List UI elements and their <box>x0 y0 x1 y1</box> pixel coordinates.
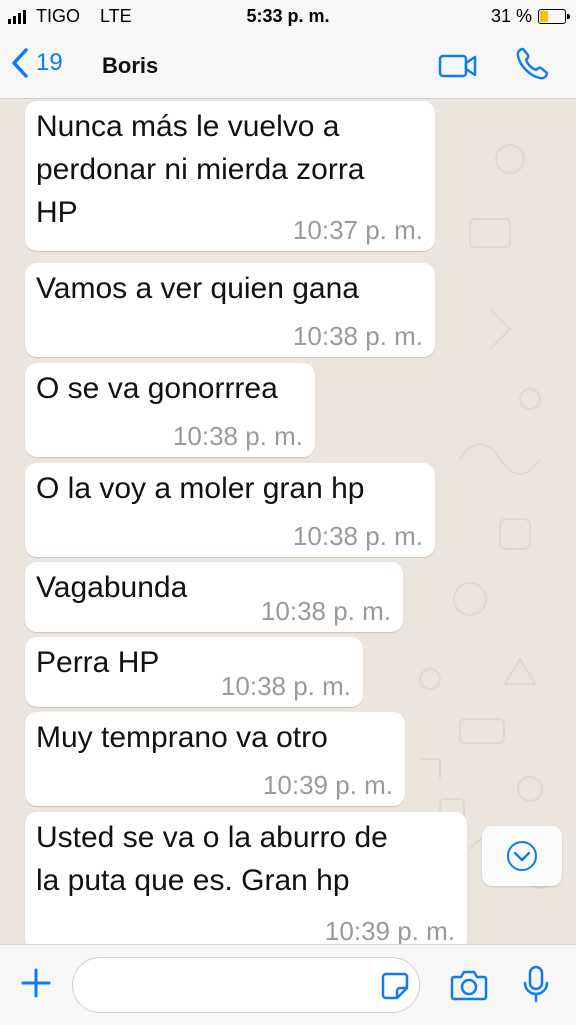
message-bubble[interactable]: O la voy a moler gran hp 10:38 p. m. <box>25 463 435 557</box>
message-time: 10:38 p. m. <box>220 671 351 701</box>
back-button[interactable]: 19 <box>10 47 63 79</box>
plus-icon <box>21 968 51 998</box>
message-input[interactable] <box>72 957 420 1013</box>
message-bubble[interactable]: Muy temprano va otro 10:39 p. m. <box>25 712 405 806</box>
sticker-icon <box>381 972 409 1000</box>
message-text: Vamos a ver quien gana <box>36 272 359 305</box>
message-text: Vagabunda <box>36 571 188 604</box>
message-time: 10:39 p. m. <box>262 770 393 800</box>
status-time: 5:33 p. m. <box>246 6 330 26</box>
unread-count: 19 <box>36 49 63 76</box>
camera-button[interactable] <box>450 969 488 1006</box>
message-time: 10:38 p. m. <box>260 596 391 626</box>
contact-name[interactable]: Boris <box>102 53 158 79</box>
battery-icon <box>538 9 570 24</box>
phone-icon <box>516 47 549 80</box>
attach-button[interactable] <box>20 967 52 1004</box>
message-bubble[interactable]: Vamos a ver quien gana 10:38 p. m. <box>25 263 435 357</box>
voice-message-button[interactable] <box>522 965 550 1008</box>
status-right: 31 % <box>490 6 570 27</box>
message-text: Perra HP <box>36 646 160 679</box>
camera-icon <box>450 970 488 1001</box>
message-text: Usted se va o la aburro de la puta que e… <box>36 821 388 897</box>
message-text: Muy temprano va otro <box>36 721 328 754</box>
status-bar: TIGO LTE 5:33 p. m. 31 % <box>0 0 576 34</box>
message-time: 10:38 p. m. <box>292 521 423 551</box>
message-time: 10:39 p. m. <box>324 916 455 944</box>
message-text: O la voy a moler gran hp <box>36 472 365 505</box>
back-chevron-icon <box>12 48 28 78</box>
battery-percent: 31 % <box>490 6 532 26</box>
message-bubble[interactable]: Usted se va o la aburro de la puta que e… <box>25 812 467 944</box>
chat-header: 19 Boris <box>0 34 576 99</box>
microphone-icon <box>523 965 549 1003</box>
scroll-down-icon <box>507 841 537 871</box>
chat-area[interactable]: Nunca más le vuelvo a perdonar ni mierda… <box>0 99 576 944</box>
sticker-button[interactable] <box>380 971 410 1006</box>
message-time: 10:38 p. m. <box>292 321 423 351</box>
voice-call-button[interactable] <box>514 46 550 87</box>
message-bubble[interactable]: Perra HP 10:38 p. m. <box>25 637 363 707</box>
message-bubble[interactable]: Vagabunda 10:38 p. m. <box>25 562 403 632</box>
message-bubble[interactable]: Nunca más le vuelvo a perdonar ni mierda… <box>25 101 435 251</box>
scroll-to-bottom-button[interactable] <box>482 826 562 886</box>
message-input-bar <box>0 944 576 1025</box>
message-time: 10:38 p. m. <box>172 421 303 451</box>
message-text: O se va gonorrrea <box>36 372 278 405</box>
message-time: 10:37 p. m. <box>292 215 423 245</box>
video-call-icon <box>438 54 477 78</box>
video-call-button[interactable] <box>438 52 478 85</box>
message-bubble[interactable]: O se va gonorrrea 10:38 p. m. <box>25 363 315 457</box>
